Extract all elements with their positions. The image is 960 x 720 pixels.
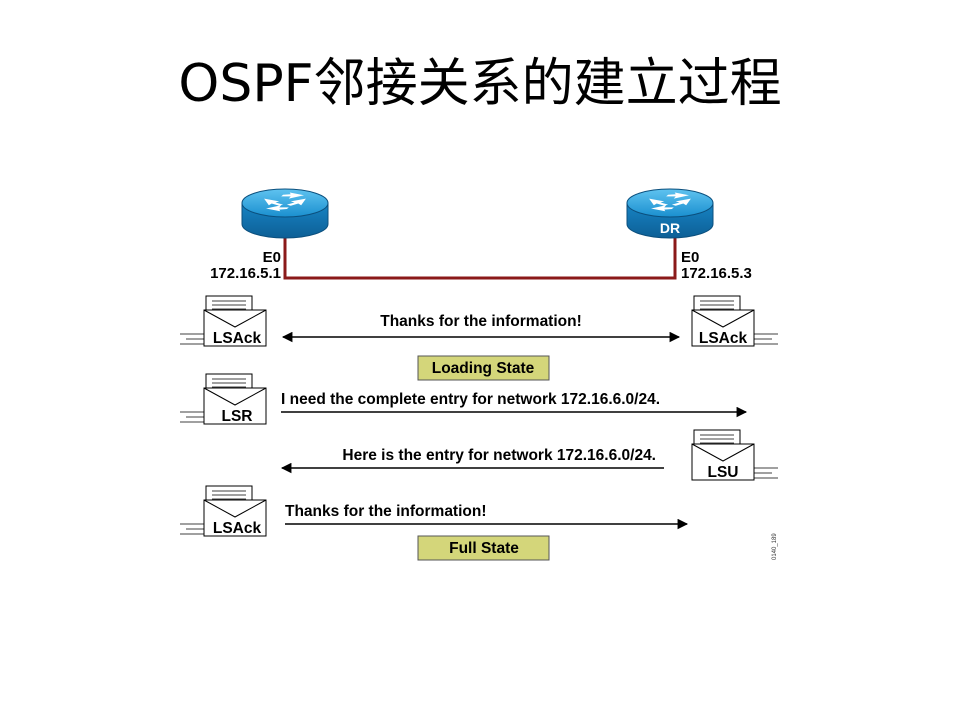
left-interface-label: E0 (263, 249, 281, 266)
state-label: Loading State (432, 360, 535, 377)
packet-label: LSU (708, 464, 739, 481)
packet-label: LSR (222, 408, 253, 425)
message-text: Here is the entry for network 172.16.6.0… (342, 447, 656, 464)
state-badge-full: Full State (417, 535, 550, 561)
right-ip-label: 172.16.5.3 (681, 265, 752, 282)
figure-id: 0140_189 (772, 533, 778, 560)
message-text: Thanks for the information! (380, 313, 582, 330)
message-text: Thanks for the information! (285, 503, 487, 520)
message-text: I need the complete entry for network 17… (281, 391, 660, 408)
left-ip-label: 172.16.5.1 (210, 265, 281, 282)
ospf-diagram: DR E0 172.16.5.1 E0 172.16.5.3 LSAck LSA… (180, 188, 778, 561)
router-role-label: DR (660, 220, 680, 236)
state-label: Full State (449, 540, 519, 557)
packet-label: LSAck (213, 520, 262, 537)
packet-label: LSAck (699, 330, 748, 347)
network-link (283, 236, 677, 280)
state-badge-loading: Loading State (417, 355, 550, 381)
packet-label: LSAck (213, 330, 262, 347)
router-left[interactable] (241, 188, 329, 239)
right-interface-label: E0 (681, 249, 699, 266)
router-right[interactable]: DR (626, 188, 714, 239)
